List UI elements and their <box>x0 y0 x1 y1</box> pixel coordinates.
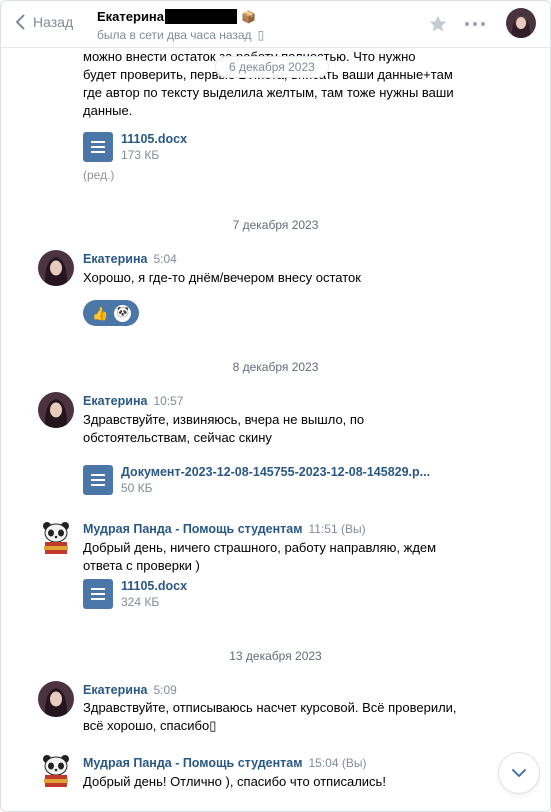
author-name: Екатерина <box>83 683 148 697</box>
author-name: Мудрая Панда - Помощь студентам <box>83 522 303 536</box>
panda-avatar-icon <box>38 753 74 789</box>
more-button[interactable] <box>463 14 487 37</box>
document-attachment[interactable]: 11105.docx 324 КБ <box>83 579 187 609</box>
avatar-image <box>38 250 74 286</box>
sender-avatar[interactable] <box>38 753 74 789</box>
message-text: Добрый день, ничего страшного, работу на… <box>83 539 473 575</box>
package-emoji: 📦 <box>241 9 256 24</box>
message-author[interactable]: Екатерина 10:57 <box>83 394 183 408</box>
document-icon <box>83 579 113 609</box>
message-line: всё хорошо, спасибо▯ <box>83 718 217 733</box>
more-dots-icon <box>465 22 485 26</box>
star-icon <box>429 15 447 32</box>
panda-avatar-icon <box>38 520 74 556</box>
panda-reaction: 🐼 <box>114 304 132 322</box>
message-line: ответа с проверки ) <box>83 558 200 573</box>
message-author[interactable]: Мудрая Панда - Помощь студентам 11:51 (Вы… <box>83 522 366 536</box>
peer-name-text: Екатерина <box>97 9 165 24</box>
message-text: Добрый день! Отлично ), спасибо что отпи… <box>83 774 386 789</box>
back-button[interactable]: Назад <box>15 14 73 30</box>
avatar-image <box>38 681 74 717</box>
message-line: Здравствуйте, отписываюсь насчет курсово… <box>83 700 457 715</box>
message-text: Хорошо, я где-то днём/вечером внесу оста… <box>83 270 361 285</box>
thumbs-up-reaction: 👍 <box>92 305 109 321</box>
message-author[interactable]: Екатерина 5:09 <box>83 683 177 697</box>
document-name[interactable]: 11105.docx <box>121 579 187 593</box>
document-attachment[interactable]: 11105.docx 173 КБ <box>83 132 187 162</box>
peer-name[interactable]: Екатерина 📦 <box>97 9 256 24</box>
message-line: данные. <box>83 103 133 118</box>
phone-icon: ▯ <box>257 28 265 42</box>
message-author[interactable]: Екатерина 5:04 <box>83 252 177 266</box>
document-attachment[interactable]: Документ-2023-12-08-145755-2023-12-08-14… <box>83 465 430 495</box>
avatar-image <box>38 392 74 428</box>
message-time[interactable]: 10:57 <box>153 394 183 408</box>
reactions-pill[interactable]: 👍 🐼 <box>83 300 139 326</box>
document-name[interactable]: 11105.docx <box>121 132 187 146</box>
chevron-down-icon <box>512 769 526 777</box>
document-size: 324 КБ <box>121 595 160 609</box>
date-separator: 13 декабря 2023 <box>229 649 322 663</box>
message-time[interactable]: 15:04 (Вы) <box>308 756 366 770</box>
document-icon <box>83 465 113 495</box>
favorite-star-button[interactable] <box>428 14 448 37</box>
peer-avatar[interactable] <box>506 8 536 38</box>
peer-status: была в сети два часа назад ▯ <box>97 28 264 42</box>
message-text: Здравствуйте, извиняюсь, вчера не вышло,… <box>83 411 473 447</box>
scroll-down-button[interactable] <box>499 753 539 793</box>
message-line: Здравствуйте, извиняюсь, вчера не вышло,… <box>83 412 365 427</box>
date-separator: 7 декабря 2023 <box>232 218 319 232</box>
sender-avatar[interactable] <box>38 520 74 556</box>
author-name: Екатерина <box>83 252 148 266</box>
message-time[interactable]: 5:04 <box>153 252 176 266</box>
sender-avatar[interactable] <box>38 250 74 286</box>
author-name: Екатерина <box>83 394 148 408</box>
message-line: где автор по тексту выделила желтым, там… <box>83 85 454 100</box>
sender-avatar[interactable] <box>38 681 74 717</box>
message-feed[interactable]: можно внести остаток за работу полностью… <box>1 48 550 811</box>
document-size: 50 КБ <box>121 481 153 495</box>
message-time[interactable]: 5:09 <box>153 683 176 697</box>
avatar-image <box>506 8 536 38</box>
chat-window: Назад Екатерина 📦 была в сети два часа н… <box>0 0 551 812</box>
edited-mark: (ред.) <box>83 168 115 182</box>
chat-header: Назад Екатерина 📦 была в сети два часа н… <box>1 1 550 48</box>
document-icon <box>83 132 113 162</box>
chevron-left-icon <box>16 14 25 30</box>
status-text: была в сети два часа назад <box>97 28 252 42</box>
message-line: обстоятельствам, сейчас скину <box>83 430 272 445</box>
message-time[interactable]: 11:51 (Вы) <box>308 522 365 536</box>
document-size: 173 КБ <box>121 148 160 162</box>
message-text: Здравствуйте, отписываюсь насчет курсово… <box>83 699 473 735</box>
sender-avatar[interactable] <box>38 392 74 428</box>
message-line: Добрый день, ничего страшного, работу на… <box>83 540 437 555</box>
author-name: Мудрая Панда - Помощь студентам <box>83 756 303 770</box>
message-author[interactable]: Мудрая Панда - Помощь студентам 15:04 (Вы… <box>83 756 366 770</box>
document-name[interactable]: Документ-2023-12-08-145755-2023-12-08-14… <box>121 465 430 479</box>
back-label: Назад <box>33 14 74 30</box>
floating-date-pill: 6 декабря 2023 <box>216 57 328 77</box>
redaction-bar <box>165 9 238 24</box>
date-separator: 8 декабря 2023 <box>232 360 319 374</box>
